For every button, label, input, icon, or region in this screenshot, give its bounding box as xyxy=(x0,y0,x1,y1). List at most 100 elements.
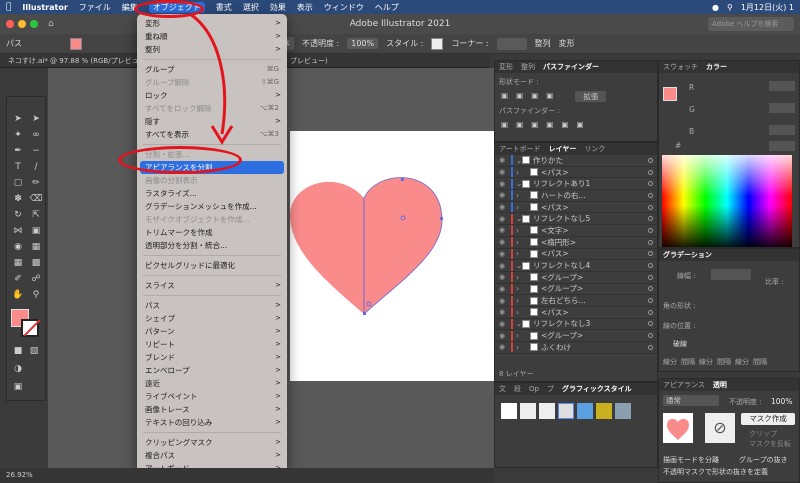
expand-chevron-icon[interactable]: › xyxy=(516,249,530,258)
expand-chevron-icon[interactable]: › xyxy=(516,191,530,200)
intersect-icon[interactable]: ▣ xyxy=(531,91,538,102)
corner-input[interactable] xyxy=(496,37,527,50)
layer-row[interactable]: ◉ › <グループ> xyxy=(495,330,657,342)
menu-select[interactable]: 選択 xyxy=(243,2,259,13)
isolate-blending-checkbox[interactable]: 描画モードを分離 xyxy=(663,455,719,465)
home-icon[interactable]: ⌂ xyxy=(48,19,54,29)
color-mode-icon[interactable]: ■ xyxy=(11,345,25,357)
blend-tool-icon[interactable]: ☍ xyxy=(29,273,43,285)
menu-item[interactable]: 透明部分を分割・統合... xyxy=(137,239,287,252)
red-value-input[interactable] xyxy=(769,81,795,91)
tab-layers[interactable]: レイヤー xyxy=(549,144,577,154)
eyedropper-icon[interactable]: ✐ xyxy=(11,273,25,285)
tab-swatches[interactable]: スウォッチ xyxy=(663,62,698,72)
rectangle-tool-icon[interactable]: ▢ xyxy=(11,177,25,189)
style-red-stroke[interactable] xyxy=(520,403,536,419)
menu-window[interactable]: ウィンドウ xyxy=(324,2,364,13)
tab-character[interactable]: 文 xyxy=(499,384,506,394)
target-circle-icon[interactable] xyxy=(648,181,653,187)
visibility-eye-icon[interactable]: ◉ xyxy=(499,297,511,305)
tab-color[interactable]: カラー xyxy=(706,62,727,72)
style-texture[interactable] xyxy=(615,403,631,419)
menu-item[interactable]: 複合パス > xyxy=(137,449,287,462)
layer-row[interactable]: ◉ ⌄ リフレクトあり1 xyxy=(495,178,657,191)
target-circle-icon[interactable] xyxy=(648,274,653,280)
menu-view[interactable]: 表示 xyxy=(297,2,313,13)
visibility-eye-icon[interactable]: ◉ xyxy=(499,285,511,293)
expand-chevron-icon[interactable]: › xyxy=(516,226,530,235)
menu-item[interactable]: シェイプ > xyxy=(137,312,287,325)
close-window-button[interactable] xyxy=(6,20,14,28)
visibility-eye-icon[interactable]: ◉ xyxy=(499,343,511,351)
lasso-icon[interactable]: ∞ xyxy=(29,129,43,141)
expand-chevron-icon[interactable]: › xyxy=(516,343,530,352)
opacity-input[interactable]: 100% xyxy=(347,38,379,49)
free-transform-icon[interactable]: ▣ xyxy=(29,225,43,237)
target-circle-icon[interactable] xyxy=(648,227,653,233)
trim-icon[interactable]: ▣ xyxy=(516,120,523,129)
style-shadow[interactable] xyxy=(539,403,555,419)
zoom-window-button[interactable] xyxy=(30,20,38,28)
tab-links[interactable]: リンク xyxy=(584,144,605,154)
menu-item[interactable]: ライブペイント > xyxy=(137,390,287,403)
style-gradient[interactable] xyxy=(577,403,593,419)
menu-item[interactable]: ピクセルグリッドに最適化 xyxy=(137,259,287,272)
menu-item[interactable]: パス > xyxy=(137,299,287,312)
layer-row[interactable]: ◉ › <グループ> xyxy=(495,272,657,284)
layer-row[interactable]: ◉ ⌄ リフレクトなし4 xyxy=(495,260,657,272)
visibility-eye-icon[interactable]: ◉ xyxy=(499,180,511,188)
target-circle-icon[interactable] xyxy=(648,286,653,292)
target-circle-icon[interactable] xyxy=(648,204,653,210)
target-circle-icon[interactable] xyxy=(648,333,653,339)
visibility-eye-icon[interactable]: ◉ xyxy=(499,273,511,281)
menu-effect[interactable]: 効果 xyxy=(270,2,286,13)
menu-item[interactable]: トリムマークを作成 xyxy=(137,226,287,239)
divide-icon[interactable]: ▣ xyxy=(501,120,508,129)
help-search-input[interactable]: Adobe ヘルプを検索 xyxy=(708,17,794,31)
stroke-weight-input[interactable] xyxy=(711,269,751,280)
expand-chevron-icon[interactable]: › xyxy=(516,168,530,177)
target-circle-icon[interactable] xyxy=(648,263,653,269)
unite-icon[interactable]: ▣ xyxy=(501,91,508,102)
invert-mask-checkbox[interactable]: マスクを反転 xyxy=(749,439,791,449)
minus-front-icon[interactable]: ▣ xyxy=(516,91,523,102)
visibility-eye-icon[interactable]: ◉ xyxy=(499,215,511,223)
layer-row[interactable]: ◉ ⌄ リフレクトなし3 xyxy=(495,318,657,331)
layer-row[interactable]: ◉ › <グループ> xyxy=(495,283,657,296)
opacity-mask-checkbox[interactable]: 不透明マスクで形状の抜きを定義 xyxy=(663,467,768,477)
tab-graphic-styles[interactable]: グラフィックスタイル xyxy=(562,384,632,394)
expand-chevron-icon[interactable]: › xyxy=(516,308,530,317)
color-spectrum[interactable] xyxy=(662,155,792,247)
menu-item[interactable]: 遠近 > xyxy=(137,377,287,390)
draw-mode-icon[interactable]: ◑ xyxy=(11,363,25,375)
pen-tool-icon[interactable]: ✒ xyxy=(11,145,25,157)
expand-button[interactable]: 拡張 xyxy=(575,91,607,102)
gradient-mode-icon[interactable]: ▧ xyxy=(27,345,41,357)
visibility-eye-icon[interactable]: ◉ xyxy=(499,156,511,164)
screen-mode-icon[interactable]: ▣ xyxy=(11,381,25,393)
visibility-eye-icon[interactable]: ◉ xyxy=(499,262,511,270)
transparency-opacity-value[interactable]: 100% xyxy=(771,397,792,406)
menu-item[interactable]: グラデーションメッシュを作成... xyxy=(137,200,287,213)
menu-item[interactable]: クリッピングマスク > xyxy=(137,436,287,449)
menu-item[interactable]: ラスタライズ... xyxy=(137,187,287,200)
app-menu-illustrator[interactable]: Illustrator xyxy=(22,3,67,12)
direct-selection-tool-icon[interactable]: ➤ xyxy=(11,113,25,125)
exclude-icon[interactable]: ▣ xyxy=(546,91,553,102)
minimize-window-button[interactable] xyxy=(18,20,26,28)
target-circle-icon[interactable] xyxy=(648,298,653,304)
visibility-eye-icon[interactable]: ◉ xyxy=(499,203,511,211)
menu-item[interactable]: ブレンド > xyxy=(137,351,287,364)
wifi-icon[interactable]: ● xyxy=(712,3,719,12)
outline-icon[interactable]: ▣ xyxy=(561,120,568,129)
expand-chevron-icon[interactable]: › xyxy=(516,296,530,305)
visibility-eye-icon[interactable]: ◉ xyxy=(499,168,511,176)
layer-row[interactable]: ◉ › 左右どちら... xyxy=(495,295,657,307)
menu-help[interactable]: ヘルプ xyxy=(375,2,399,13)
blue-value-input[interactable] xyxy=(769,125,795,135)
target-circle-icon[interactable] xyxy=(648,251,653,257)
visibility-eye-icon[interactable]: ◉ xyxy=(499,332,511,340)
apple-icon[interactable]:  xyxy=(6,2,11,12)
tab-paragraph[interactable]: 段 xyxy=(514,384,521,394)
expand-chevron-icon[interactable]: › xyxy=(516,284,530,293)
